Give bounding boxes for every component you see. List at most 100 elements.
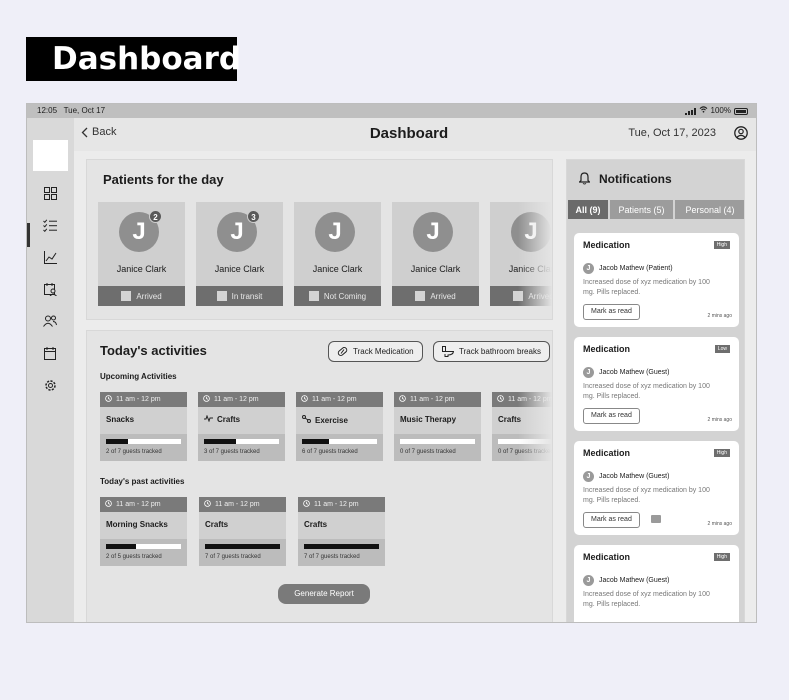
avatar-initial: J (524, 218, 538, 245)
generate-report-button[interactable]: Generate Report (278, 584, 370, 604)
status-toggle[interactable]: Arrived (490, 286, 552, 306)
activity-progress: 0 of 7 guests tracked (492, 434, 552, 461)
activity-time-label: 11 am - 12 pm (508, 396, 553, 403)
sidebar-item-settings[interactable] (41, 376, 59, 394)
checkbox[interactable] (216, 291, 227, 301)
sender-avatar: J (583, 263, 594, 274)
notification-card[interactable]: Medication High J Jacob Mathew (Patient) Inc… (574, 233, 739, 327)
wifi-icon (699, 104, 708, 118)
patients-panel: Patients for the day J 2 Janice Clark Arriv… (86, 159, 553, 320)
activity-card[interactable]: 11 am - 12 pm Crafts 0 of 7 guests tracked (492, 392, 553, 461)
clock-icon (204, 500, 211, 509)
patient-card[interactable]: J 2 Janice Clark Arrived (98, 202, 185, 306)
activity-card[interactable]: 11 am - 12 pm Crafts 7 of 7 guests tracked (298, 497, 385, 566)
patient-card[interactable]: J Janice Clark Arrived (392, 202, 479, 306)
patient-card[interactable]: J Janice Clark Arrived (490, 202, 552, 306)
status-toggle[interactable]: Arrived (98, 286, 185, 306)
clock-icon (105, 500, 112, 509)
status-toggle[interactable]: Not Coming (294, 286, 381, 306)
avatar-initial: J (328, 218, 342, 245)
activity-time: 11 am - 12 pm (198, 392, 285, 407)
activity-progress: 0 of 7 guests tracked (394, 434, 481, 461)
mark-as-read-button[interactable]: Mark as read (583, 304, 640, 320)
sidebar-item-reports[interactable] (41, 248, 59, 266)
tracked-count: 2 of 5 guests tracked (106, 554, 162, 560)
activity-card[interactable]: 11 am - 12 pm Crafts 7 of 7 guests tracked (199, 497, 286, 566)
chat-icon[interactable] (651, 515, 661, 523)
activity-name-label: Music Therapy (400, 415, 457, 424)
activity-time-label: 11 am - 12 pm (410, 396, 455, 403)
chart-icon (43, 250, 57, 264)
tab-patients[interactable]: Patients (5) (609, 199, 674, 220)
activity-progress: 7 of 7 guests tracked (298, 539, 385, 566)
activity-name: Crafts (204, 414, 241, 424)
notification-card[interactable]: Medication High J Jacob Mathew (Guest) Incre… (574, 441, 739, 535)
activity-card[interactable]: 11 am - 12 pm Snacks 2 of 7 guests tracked (100, 392, 187, 461)
progress-bar (106, 544, 181, 549)
activity-time-label: 11 am - 12 pm (116, 501, 161, 508)
activity-time: 11 am - 12 pm (394, 392, 481, 407)
progress-bar (304, 544, 379, 549)
profile-button[interactable] (734, 126, 748, 145)
activity-card[interactable]: 11 am - 12 pm Crafts 3 of 7 guests tracked (198, 392, 285, 461)
sidebar (27, 118, 74, 622)
user-circle-icon (734, 126, 748, 140)
patient-card[interactable]: J Janice Clark Not Coming (294, 202, 381, 306)
activity-name: Snacks (106, 415, 134, 424)
activity-time: 11 am - 12 pm (492, 392, 553, 407)
top-bar: Back Dashboard Tue, Oct 17, 2023 (74, 118, 756, 151)
users-icon (43, 315, 57, 327)
priority-badge: High (713, 553, 730, 561)
avatar: J (315, 212, 355, 252)
activity-name-label: Morning Snacks (106, 520, 168, 529)
mark-as-read-button[interactable]: Mark as read (583, 408, 640, 424)
activity-name-label: Crafts (217, 415, 241, 424)
sidebar-item-dashboard[interactable] (41, 184, 59, 202)
activity-card[interactable]: 11 am - 12 pm Morning Snacks 2 of 5 guests… (100, 497, 187, 566)
sidebar-item-people[interactable] (41, 312, 59, 330)
patient-name: Janice Clark (312, 264, 363, 274)
track-medication-button[interactable]: Track Medication (328, 341, 423, 362)
notification-body: Increased dose of xyz medication by 100 … (583, 383, 710, 400)
checkbox[interactable] (513, 291, 524, 301)
sidebar-item-schedule[interactable] (41, 280, 59, 298)
notification-card[interactable]: Medication Low J Jacob Mathew (Guest) Increa… (574, 337, 739, 431)
track-bathroom-button[interactable]: Track bathroom breaks (433, 341, 550, 362)
sidebar-item-tasks[interactable] (41, 216, 59, 234)
signal-icon (684, 107, 696, 115)
tab-personal[interactable]: Personal (4) (674, 199, 744, 220)
sidebar-item-calendar[interactable] (41, 344, 59, 362)
patient-card[interactable]: J 3 Janice Clark In transit (196, 202, 283, 306)
notification-card[interactable]: Medication High J Jacob Mathew (Guest) Incre… (574, 545, 739, 622)
activity-card[interactable]: 11 am - 12 pm Exercise 6 of 7 guests track… (296, 392, 383, 461)
progress-fill (205, 544, 280, 549)
notification-title: Medication (583, 240, 631, 250)
track-medication-label: Track Medication (353, 347, 414, 356)
activity-progress: 2 of 5 guests tracked (100, 539, 187, 566)
mark-as-read-button[interactable]: Mark as read (583, 512, 640, 528)
checklist-icon (43, 218, 57, 232)
page-heading: Dashboard (26, 37, 241, 81)
activity-time-label: 11 am - 12 pm (312, 396, 357, 403)
notification-time: 2 mins ago (707, 521, 732, 527)
count-badge: 3 (247, 210, 260, 223)
activity-card[interactable]: 11 am - 12 pm Music Therapy 0 of 7 guests … (394, 392, 481, 461)
progress-fill (302, 439, 329, 444)
count-badge: 2 (149, 210, 162, 223)
activity-time: 11 am - 12 pm (100, 392, 187, 407)
checkbox[interactable] (308, 291, 319, 301)
activity-name-label: Exercise (315, 415, 348, 425)
status-toggle[interactable]: In transit (196, 286, 283, 306)
battery-icon (734, 107, 748, 115)
avatar-initial: J (426, 218, 440, 245)
sender-name: Jacob Mathew (Guest) (599, 369, 670, 376)
progress-fill (204, 439, 236, 444)
activity-time: 11 am - 12 pm (199, 497, 286, 512)
status-toggle[interactable]: Arrived (392, 286, 479, 306)
settings-icon (44, 379, 56, 391)
upcoming-label: Upcoming Activities (100, 372, 177, 381)
checkbox[interactable] (415, 291, 426, 301)
progress-bar (106, 439, 181, 444)
tab-all[interactable]: All (9) (567, 199, 609, 220)
checkbox[interactable] (121, 291, 132, 301)
